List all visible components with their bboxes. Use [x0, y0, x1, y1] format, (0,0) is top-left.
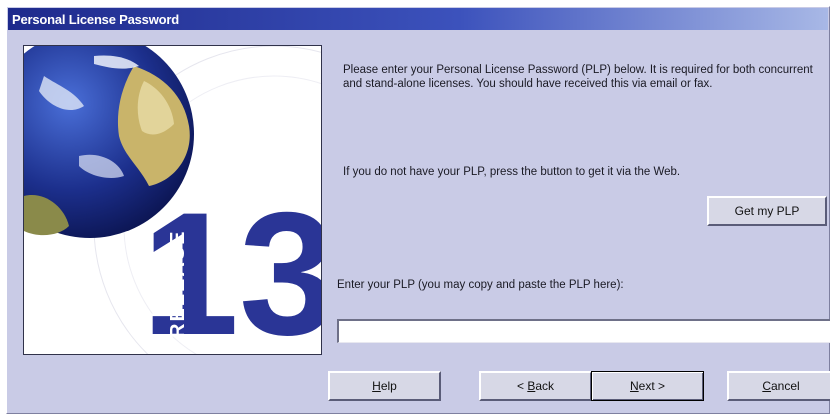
help-button[interactable]: Help: [328, 371, 441, 401]
next-button-label: Next >: [629, 379, 666, 393]
plp-dialog: Personal License Password 13 RELEASE Ple…: [6, 6, 830, 414]
cancel-button-label: Cancel: [762, 379, 800, 393]
title-bar[interactable]: Personal License Password: [8, 8, 828, 30]
plp-field-label: Enter your PLP (you may copy and paste t…: [337, 279, 624, 291]
release-banner-image: 13 RELEASE: [23, 45, 322, 355]
window-title: Personal License Password: [12, 11, 179, 27]
release-word: RELEASE: [167, 230, 189, 338]
globe-release-graphic: 13 RELEASE: [24, 46, 321, 354]
help-button-label: Help: [372, 379, 397, 393]
back-button-label: < Back: [516, 379, 555, 393]
get-plp-hint: If you do not have your PLP, press the b…: [343, 166, 681, 178]
cancel-button[interactable]: Cancel: [727, 371, 830, 401]
next-button[interactable]: Next >: [591, 371, 704, 401]
release-13-logo: 13 RELEASE: [139, 175, 321, 355]
plp-input[interactable]: [337, 319, 830, 343]
back-button[interactable]: < Back: [479, 371, 592, 401]
get-my-plp-button[interactable]: Get my PLP: [707, 196, 827, 226]
intro-text: Please enter your Personal License Passw…: [343, 64, 813, 90]
